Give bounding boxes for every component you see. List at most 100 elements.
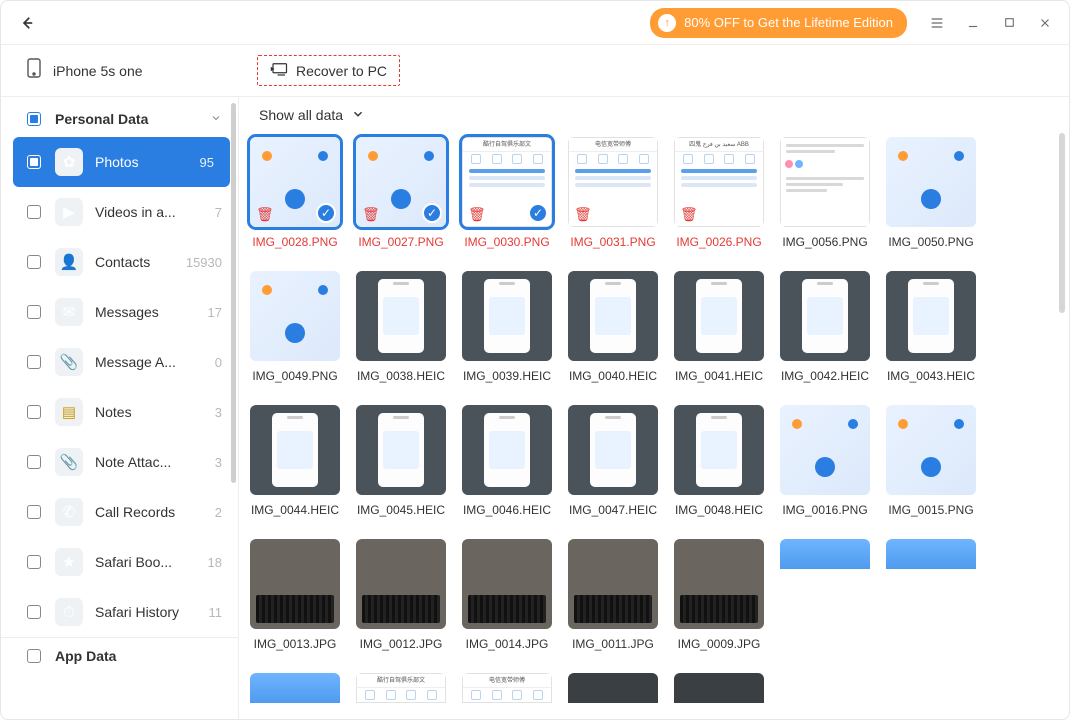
back-button[interactable]: [11, 7, 43, 39]
minimize-button[interactable]: [965, 15, 981, 31]
thumbnail[interactable]: [250, 271, 340, 361]
thumbnail-cell[interactable]: 🗑✓IMG_0028.PNG: [245, 137, 345, 249]
thumbnail-cell[interactable]: IMG_0038.HEIC: [351, 271, 451, 383]
thumbnail[interactable]: 🗑✓: [250, 137, 340, 227]
thumbnail-cell[interactable]: IMG_0049.PNG: [245, 271, 345, 383]
thumbnail-cell[interactable]: IMG_0045.HEIC: [351, 405, 451, 517]
checkbox-icon[interactable]: [27, 255, 41, 269]
section-app-data[interactable]: App Data: [1, 637, 238, 674]
thumbnail-cell[interactable]: IMG_0043.HEIC: [881, 271, 981, 383]
thumbnail[interactable]: [674, 271, 764, 361]
thumbnail[interactable]: [886, 271, 976, 361]
sidebar-item-videos[interactable]: ▶Videos in a...7: [1, 187, 238, 237]
thumbnail[interactable]: [780, 137, 870, 227]
thumbnail[interactable]: [356, 405, 446, 495]
maximize-button[interactable]: [1001, 15, 1017, 31]
recover-to-pc-button[interactable]: Recover to PC: [257, 55, 400, 86]
thumbnail[interactable]: [356, 271, 446, 361]
thumbnail[interactable]: [356, 539, 446, 629]
thumbnail[interactable]: [780, 271, 870, 361]
thumbnail-cell[interactable]: 电信宽带师傅: [457, 673, 557, 703]
main-scrollbar[interactable]: [1059, 133, 1065, 313]
thumbnail-cell[interactable]: IMG_0042.HEIC: [775, 271, 875, 383]
checkbox-icon[interactable]: [27, 649, 41, 663]
checkbox-icon[interactable]: [27, 405, 41, 419]
thumbnail[interactable]: [886, 405, 976, 495]
thumbnail[interactable]: 四鬼 سعيد بن فرج ABB🗑: [674, 137, 764, 227]
thumbnail[interactable]: [568, 539, 658, 629]
thumbnail-cell[interactable]: 酷行自驾俱乐部文🗑✓IMG_0030.PNG: [457, 137, 557, 249]
thumbnail[interactable]: [674, 673, 764, 703]
sidebar-item-call-records[interactable]: ✆Call Records2: [1, 487, 238, 537]
checkbox-icon[interactable]: [27, 155, 41, 169]
thumbnail-cell[interactable]: IMG_0050.PNG: [881, 137, 981, 249]
thumbnail[interactable]: [462, 405, 552, 495]
thumbnail[interactable]: [462, 539, 552, 629]
checkbox-icon[interactable]: [27, 605, 41, 619]
sidebar-scrollbar[interactable]: [231, 103, 236, 483]
thumbnail-cell[interactable]: [881, 539, 981, 651]
thumbnail-cell[interactable]: IMG_0014.JPG: [457, 539, 557, 651]
thumbnail[interactable]: [568, 405, 658, 495]
thumbnail[interactable]: [250, 539, 340, 629]
thumbnail-cell[interactable]: IMG_0044.HEIC: [245, 405, 345, 517]
thumbnail-cell[interactable]: 酷行自驾俱乐部文: [351, 673, 451, 703]
thumbnail-grid-scroll[interactable]: 🗑✓IMG_0028.PNG🗑✓IMG_0027.PNG酷行自驾俱乐部文🗑✓IM…: [239, 133, 1069, 719]
thumbnail-cell[interactable]: IMG_0009.JPG: [669, 539, 769, 651]
checkbox-icon[interactable]: [27, 205, 41, 219]
thumbnail[interactable]: [568, 271, 658, 361]
thumbnail-cell[interactable]: [563, 673, 663, 703]
thumbnail-cell[interactable]: IMG_0015.PNG: [881, 405, 981, 517]
thumbnail-cell[interactable]: IMG_0012.JPG: [351, 539, 451, 651]
thumbnail-cell[interactable]: IMG_0047.HEIC: [563, 405, 663, 517]
thumbnail[interactable]: [886, 137, 976, 227]
thumbnail[interactable]: [250, 405, 340, 495]
thumbnail-cell[interactable]: IMG_0039.HEIC: [457, 271, 557, 383]
sidebar-item-photos[interactable]: ✿Photos95: [13, 137, 230, 187]
section-personal-data[interactable]: Personal Data: [1, 101, 238, 137]
thumbnail[interactable]: 电信宽带师傅: [462, 673, 552, 703]
sidebar-item-notes[interactable]: ▤Notes3: [1, 387, 238, 437]
thumbnail[interactable]: 电信宽带师傅🗑: [568, 137, 658, 227]
sidebar-item-safari-boo[interactable]: ★Safari Boo...18: [1, 537, 238, 587]
thumbnail-cell[interactable]: IMG_0041.HEIC: [669, 271, 769, 383]
thumbnail-cell[interactable]: [775, 539, 875, 651]
thumbnail[interactable]: [886, 539, 976, 569]
checkbox-icon[interactable]: [27, 305, 41, 319]
filter-dropdown[interactable]: Show all data: [239, 97, 1069, 133]
sidebar-item-message-att[interactable]: 📎Message A...0: [1, 337, 238, 387]
checkbox-icon[interactable]: [27, 555, 41, 569]
thumbnail-cell[interactable]: [669, 673, 769, 703]
thumbnail-cell[interactable]: IMG_0013.JPG: [245, 539, 345, 651]
thumbnail-cell[interactable]: [245, 673, 345, 703]
promo-banner[interactable]: ↑ 80% OFF to Get the Lifetime Edition: [650, 8, 907, 38]
thumbnail-cell[interactable]: IMG_0056.PNG: [775, 137, 875, 249]
thumbnail[interactable]: 酷行自驾俱乐部文🗑✓: [462, 137, 552, 227]
thumbnail-cell[interactable]: IMG_0011.JPG: [563, 539, 663, 651]
thumbnail-cell[interactable]: IMG_0040.HEIC: [563, 271, 663, 383]
sidebar[interactable]: Personal Data ✿Photos95▶Videos in a...7👤…: [1, 97, 239, 719]
checkbox-icon[interactable]: [27, 505, 41, 519]
sidebar-item-messages[interactable]: ✉Messages17: [1, 287, 238, 337]
thumbnail[interactable]: [250, 673, 340, 703]
sidebar-item-safari-history[interactable]: ⏱Safari History11: [1, 587, 238, 637]
menu-icon[interactable]: [929, 15, 945, 31]
thumbnail[interactable]: [674, 405, 764, 495]
thumbnail[interactable]: [568, 673, 658, 703]
close-button[interactable]: [1037, 15, 1053, 31]
checkbox-icon[interactable]: [27, 455, 41, 469]
thumbnail-cell[interactable]: IMG_0046.HEIC: [457, 405, 557, 517]
thumbnail-cell[interactable]: 四鬼 سعيد بن فرج ABB🗑IMG_0026.PNG: [669, 137, 769, 249]
thumbnail[interactable]: 🗑✓: [356, 137, 446, 227]
thumbnail-cell[interactable]: IMG_0016.PNG: [775, 405, 875, 517]
thumbnail-cell[interactable]: 🗑✓IMG_0027.PNG: [351, 137, 451, 249]
thumbnail-cell[interactable]: 电信宽带师傅🗑IMG_0031.PNG: [563, 137, 663, 249]
thumbnail[interactable]: [462, 271, 552, 361]
checkbox-icon[interactable]: [27, 355, 41, 369]
thumbnail[interactable]: [780, 405, 870, 495]
sidebar-item-note-attac[interactable]: 📎Note Attac...3: [1, 437, 238, 487]
thumbnail[interactable]: [780, 539, 870, 569]
checkbox-icon[interactable]: [27, 112, 41, 126]
thumbnail-cell[interactable]: IMG_0048.HEIC: [669, 405, 769, 517]
thumbnail[interactable]: [674, 539, 764, 629]
